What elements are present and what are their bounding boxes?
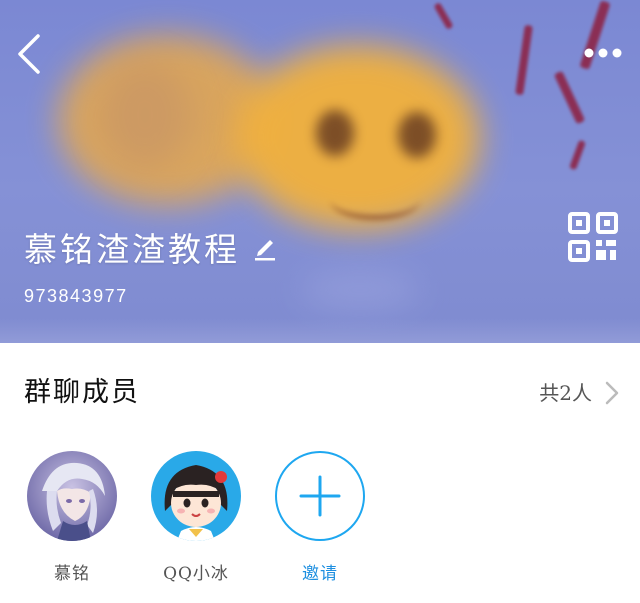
back-arrow-icon <box>18 34 40 74</box>
group-name: 慕铭渣渣教程 <box>24 230 240 269</box>
qr-code-button[interactable] <box>566 210 620 264</box>
members-count: 共2人 <box>539 381 592 405</box>
members-title: 群聊成员 <box>24 377 140 408</box>
banner-blur-eye <box>316 110 354 156</box>
banner-scribble <box>553 70 586 125</box>
banner-scribble <box>515 24 533 96</box>
member-item[interactable]: 慕铭 <box>17 451 127 584</box>
invite-circle <box>275 451 365 541</box>
anime-character-avatar-icon <box>27 451 117 541</box>
member-item[interactable]: QQ小冰 <box>141 451 251 584</box>
member-name: 慕铭 <box>54 564 90 584</box>
banner-blur-shape <box>100 60 190 170</box>
banner-scribble <box>433 2 454 30</box>
invite-member-button[interactable]: 邀请 <box>265 451 375 584</box>
banner-scribble <box>569 139 586 171</box>
more-options-button[interactable] <box>580 38 626 68</box>
group-header-banner: 慕铭渣渣教程 973843977 <box>0 0 640 343</box>
invite-label: 邀请 <box>302 564 338 584</box>
member-avatar <box>151 451 241 541</box>
banner-fade <box>0 318 640 343</box>
more-dots-icon <box>584 48 622 58</box>
member-name: QQ小冰 <box>163 564 229 584</box>
member-list: 慕铭 QQ小冰 邀请 <box>0 451 640 591</box>
member-avatar <box>27 451 117 541</box>
banner-blur-shape <box>300 270 420 310</box>
chevron-right-icon <box>605 381 619 405</box>
group-name-row: 慕铭渣渣教程 <box>24 222 280 272</box>
members-header-row[interactable]: 群聊成员 共2人 <box>0 373 640 413</box>
qr-code-icon <box>568 212 618 262</box>
group-id: 973843977 <box>24 286 128 306</box>
cartoon-girl-avatar-icon <box>151 451 241 541</box>
banner-blur-eye <box>398 112 436 158</box>
back-button[interactable] <box>8 28 52 80</box>
group-members-section: 群聊成员 共2人 慕铭 QQ小冰 邀请 <box>0 343 640 603</box>
plus-icon <box>299 475 341 517</box>
pencil-edit-icon <box>255 240 275 261</box>
banner-blur-mouth <box>330 180 420 220</box>
edit-name-button[interactable] <box>250 232 280 262</box>
